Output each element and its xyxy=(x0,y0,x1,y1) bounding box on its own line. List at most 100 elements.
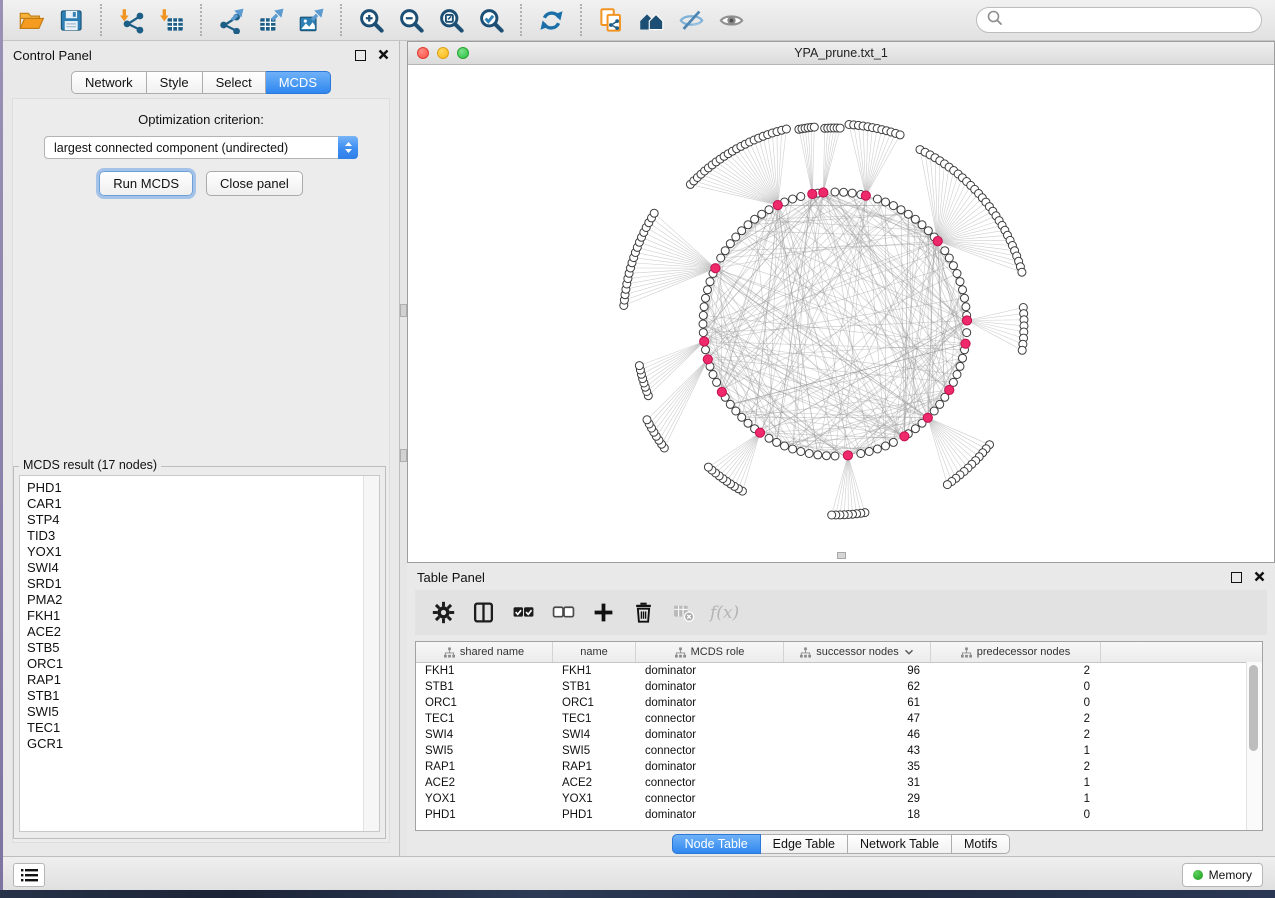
function-builder-button[interactable]: f(x) xyxy=(710,603,739,623)
table-scrollbar-thumb[interactable] xyxy=(1249,665,1258,751)
chevron-up-down-icon xyxy=(338,136,358,159)
column-header-shared-name[interactable]: shared name xyxy=(416,642,553,662)
network-canvas[interactable] xyxy=(408,64,1274,562)
result-list-item[interactable]: ORC1 xyxy=(27,656,363,672)
search-input[interactable] xyxy=(1008,12,1251,28)
run-mcds-button[interactable]: Run MCDS xyxy=(99,171,193,196)
close-panel-button[interactable]: Close panel xyxy=(206,171,303,196)
cell: 43 xyxy=(784,745,931,757)
tab-style[interactable]: Style xyxy=(147,71,203,94)
zoom-in-button[interactable] xyxy=(351,3,391,37)
maximize-window-button[interactable] xyxy=(457,47,469,59)
tab-mcds[interactable]: MCDS xyxy=(266,71,331,94)
column-type-icon xyxy=(961,647,972,658)
close-panel-icon[interactable] xyxy=(378,48,389,63)
import-network-button[interactable] xyxy=(111,3,151,37)
zoom-out-button[interactable] xyxy=(391,3,431,37)
hide-selected-button[interactable] xyxy=(671,3,711,37)
cell: YOX1 xyxy=(553,793,636,805)
delete-table-button[interactable] xyxy=(665,595,701,631)
column-header-MCDS-role[interactable]: MCDS role xyxy=(636,642,784,662)
float-panel-icon[interactable] xyxy=(1231,572,1242,583)
table-panel-title: Table Panel xyxy=(417,570,485,585)
result-list-item[interactable]: STB5 xyxy=(27,640,363,656)
export-table-button[interactable] xyxy=(251,3,291,37)
close-window-button[interactable] xyxy=(417,47,429,59)
memory-button[interactable]: Memory xyxy=(1182,863,1263,887)
table-scrollbar[interactable] xyxy=(1246,662,1262,830)
tab-node-table[interactable]: Node Table xyxy=(672,834,761,854)
zoom-selected-button[interactable] xyxy=(471,3,511,37)
cell: RAP1 xyxy=(416,761,553,773)
select-all-button[interactable] xyxy=(505,595,541,631)
cell: RAP1 xyxy=(553,761,636,773)
mcds-result-group: MCDS result (17 nodes) PHD1CAR1STP4TID3Y… xyxy=(13,466,386,839)
column-header-predecessor-nodes[interactable]: predecessor nodes xyxy=(931,642,1101,662)
first-neighbors-button[interactable] xyxy=(631,3,671,37)
result-list-item[interactable]: TID3 xyxy=(27,528,363,544)
table-row[interactable]: STB1STB1dominator620 xyxy=(416,679,1262,695)
vertical-splitter[interactable] xyxy=(400,41,407,856)
result-list-item[interactable]: FKH1 xyxy=(27,608,363,624)
table-row[interactable]: SWI5SWI5connector431 xyxy=(416,743,1262,759)
toolbar-separator xyxy=(580,4,582,36)
search-box[interactable] xyxy=(976,7,1262,33)
tab-edge-table[interactable]: Edge Table xyxy=(761,834,848,854)
show-all-button[interactable] xyxy=(711,3,751,37)
float-panel-icon[interactable] xyxy=(355,50,366,61)
close-panel-icon[interactable] xyxy=(1254,570,1265,585)
split-columns-button[interactable] xyxy=(465,595,501,631)
cell: ACE2 xyxy=(416,777,553,789)
zoom-fit-button[interactable] xyxy=(431,3,471,37)
table-row[interactable]: RAP1RAP1dominator352 xyxy=(416,759,1262,775)
table-row[interactable]: ORC1ORC1dominator610 xyxy=(416,695,1262,711)
column-header-successor-nodes[interactable]: successor nodes xyxy=(784,642,931,662)
duplicate-network-button[interactable] xyxy=(591,3,631,37)
add-entry-button[interactable] xyxy=(585,595,621,631)
settings-gear-button[interactable] xyxy=(425,595,461,631)
splitter-grip[interactable] xyxy=(400,304,407,317)
minimize-window-button[interactable] xyxy=(437,47,449,59)
table-row[interactable]: TEC1TEC1connector472 xyxy=(416,711,1262,727)
refresh-layout-button[interactable] xyxy=(531,3,571,37)
result-list-item[interactable]: SWI5 xyxy=(27,704,363,720)
export-network-button[interactable] xyxy=(211,3,251,37)
table-row[interactable]: ACE2ACE2connector311 xyxy=(416,775,1262,791)
tab-motifs[interactable]: Motifs xyxy=(952,834,1010,854)
result-list-item[interactable]: YOX1 xyxy=(27,544,363,560)
tab-network[interactable]: Network xyxy=(71,71,147,94)
criterion-dropdown[interactable]: largest connected component (undirected) xyxy=(44,136,358,159)
table-row[interactable]: YOX1YOX1connector291 xyxy=(416,791,1262,807)
network-view-titlebar[interactable]: YPA_prune.txt_1 xyxy=(408,42,1274,65)
import-table-button[interactable] xyxy=(151,3,191,37)
tab-select[interactable]: Select xyxy=(203,71,266,94)
tab-network-table[interactable]: Network Table xyxy=(848,834,952,854)
result-list-item[interactable]: SRD1 xyxy=(27,576,363,592)
table-row[interactable]: FKH1FKH1dominator962 xyxy=(416,663,1262,679)
result-list-item[interactable]: PHD1 xyxy=(27,480,363,496)
open-file-button[interactable] xyxy=(11,3,51,37)
result-list-item[interactable]: GCR1 xyxy=(27,736,363,752)
table-row[interactable]: SWI4SWI4dominator462 xyxy=(416,727,1262,743)
result-list-item[interactable]: SWI4 xyxy=(27,560,363,576)
result-list-scrollbar[interactable] xyxy=(363,476,379,831)
deselect-all-button[interactable] xyxy=(545,595,581,631)
result-list-item[interactable]: CAR1 xyxy=(27,496,363,512)
result-list-item[interactable]: PMA2 xyxy=(27,592,363,608)
cell: STB1 xyxy=(416,681,553,693)
result-list-item[interactable]: RAP1 xyxy=(27,672,363,688)
delete-entry-button[interactable] xyxy=(625,595,661,631)
horizontal-splitter-grip[interactable] xyxy=(837,552,846,559)
table-row[interactable]: PHD1PHD1dominator180 xyxy=(416,807,1262,823)
export-image-button[interactable] xyxy=(291,3,331,37)
result-list-item[interactable]: STB1 xyxy=(27,688,363,704)
result-list-item[interactable]: TEC1 xyxy=(27,720,363,736)
result-list-item[interactable]: ACE2 xyxy=(27,624,363,640)
panel-list-button[interactable] xyxy=(13,863,45,887)
cell: ORC1 xyxy=(553,697,636,709)
splitter-grip[interactable] xyxy=(400,449,407,462)
result-list-item[interactable]: STP4 xyxy=(27,512,363,528)
mcds-result-listbox[interactable]: PHD1CAR1STP4TID3YOX1SWI4SRD1PMA2FKH1ACE2… xyxy=(19,475,380,832)
save-session-button[interactable] xyxy=(51,3,91,37)
column-header-name[interactable]: name xyxy=(553,642,636,662)
